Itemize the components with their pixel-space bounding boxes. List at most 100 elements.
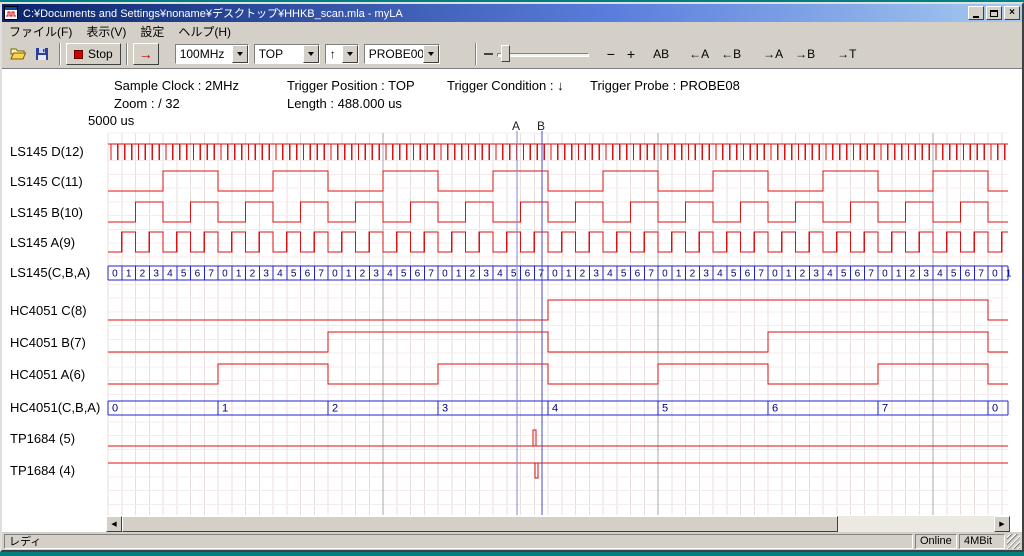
dropdown-button[interactable] bbox=[232, 45, 248, 63]
hscrollbar[interactable]: ◀ ▶ bbox=[106, 516, 1010, 532]
svg-text:6: 6 bbox=[855, 269, 861, 280]
run-button[interactable]: → bbox=[133, 43, 159, 65]
probe-select[interactable]: PROBE00 bbox=[364, 44, 440, 64]
goto-b-left-button[interactable]: ←B bbox=[715, 44, 747, 64]
svg-text:7: 7 bbox=[882, 403, 888, 415]
svg-text:1: 1 bbox=[676, 269, 682, 280]
trigger-edge-select[interactable]: ↑ bbox=[325, 44, 359, 64]
svg-text:7: 7 bbox=[868, 269, 874, 280]
marker-b-label[interactable]: B bbox=[537, 119, 545, 133]
dropdown-button[interactable] bbox=[423, 45, 439, 63]
svg-text:7: 7 bbox=[758, 269, 764, 280]
svg-text:4: 4 bbox=[937, 269, 943, 280]
svg-text:0: 0 bbox=[442, 269, 448, 280]
svg-text:7: 7 bbox=[538, 269, 544, 280]
svg-text:3: 3 bbox=[593, 269, 599, 280]
svg-text:3: 3 bbox=[813, 269, 819, 280]
info-trigger-condition: Trigger Condition : ↓ bbox=[447, 78, 564, 93]
channel-label-tp1684-5: TP1684 (5) bbox=[10, 432, 75, 446]
goto-a-left-button[interactable]: ←A bbox=[683, 44, 715, 64]
svg-text:7: 7 bbox=[208, 269, 214, 280]
svg-text:5: 5 bbox=[511, 269, 517, 280]
svg-text:1: 1 bbox=[456, 269, 462, 280]
save-button[interactable] bbox=[30, 43, 54, 65]
svg-text:5: 5 bbox=[662, 403, 668, 415]
open-button[interactable] bbox=[6, 43, 30, 65]
toolbar: Stop → 100MHz TOP ↑ PROBE00 − + AB bbox=[2, 40, 1022, 69]
svg-text:5: 5 bbox=[951, 269, 957, 280]
svg-text:7: 7 bbox=[648, 269, 654, 280]
svg-text:0: 0 bbox=[332, 269, 338, 280]
svg-text:4: 4 bbox=[167, 269, 173, 280]
scroll-left-button[interactable]: ◀ bbox=[106, 516, 122, 532]
status-online: Online bbox=[915, 534, 957, 549]
minimize-button[interactable] bbox=[968, 6, 984, 20]
trigger-position-value: TOP bbox=[255, 47, 303, 61]
scrollbar-row: ◀ ▶ bbox=[2, 516, 1022, 532]
svg-text:6: 6 bbox=[195, 269, 201, 280]
trigger-position-select[interactable]: TOP bbox=[254, 44, 320, 64]
scroll-thumb[interactable] bbox=[122, 516, 838, 532]
svg-text:5: 5 bbox=[291, 269, 297, 280]
maximize-button[interactable] bbox=[986, 6, 1002, 20]
scroll-track[interactable] bbox=[838, 516, 994, 532]
goto-b-right-button[interactable]: →B bbox=[789, 44, 821, 64]
svg-text:2: 2 bbox=[580, 269, 586, 280]
app-window: C:¥Documents and Settings¥noname¥デスクトップ¥… bbox=[0, 2, 1024, 552]
close-button[interactable]: × bbox=[1004, 6, 1020, 20]
svg-text:4: 4 bbox=[277, 269, 283, 280]
stop-button[interactable]: Stop bbox=[66, 43, 121, 65]
svg-text:2: 2 bbox=[332, 403, 338, 415]
probe-value: PROBE00 bbox=[365, 47, 423, 61]
toolbar-separator bbox=[475, 43, 477, 65]
app-icon[interactable] bbox=[4, 6, 18, 20]
svg-text:4: 4 bbox=[607, 269, 613, 280]
svg-text:2: 2 bbox=[360, 269, 366, 280]
svg-text:5: 5 bbox=[621, 269, 627, 280]
sample-clock-select[interactable]: 100MHz bbox=[175, 44, 249, 64]
channel-label-hc4051-c8: HC4051 C(8) bbox=[10, 304, 87, 318]
stop-icon bbox=[74, 50, 83, 59]
zoom-out-button[interactable]: − bbox=[601, 44, 621, 64]
status-ready: レディ bbox=[4, 534, 913, 549]
titlebar: C:¥Documents and Settings¥noname¥デスクトップ¥… bbox=[2, 4, 1022, 22]
svg-text:6: 6 bbox=[745, 269, 751, 280]
scroll-right-button[interactable]: ▶ bbox=[994, 516, 1010, 532]
marker-a-label[interactable]: A bbox=[512, 119, 520, 133]
goto-a-right-button[interactable]: →A bbox=[757, 44, 789, 64]
svg-text:1: 1 bbox=[896, 269, 902, 280]
chevron-down-icon bbox=[308, 52, 314, 56]
svg-text:0: 0 bbox=[222, 269, 228, 280]
menu-item-file[interactable]: ファイル(F) bbox=[2, 22, 79, 41]
resize-grip[interactable] bbox=[1007, 534, 1020, 549]
zoom-slider-handle[interactable] bbox=[501, 45, 510, 62]
status-online-text: Online bbox=[920, 535, 952, 547]
time-scale-label: 5000 us bbox=[88, 113, 134, 128]
trigger-edge-value: ↑ bbox=[326, 47, 342, 61]
menu-item-view[interactable]: 表示(V) bbox=[79, 22, 133, 41]
zoom-in-button[interactable]: + bbox=[621, 44, 641, 64]
dropdown-button[interactable] bbox=[342, 45, 358, 63]
toolbar-separator bbox=[59, 43, 61, 65]
svg-text:0: 0 bbox=[662, 269, 668, 280]
menubar: ファイル(F) 表示(V) 設定 ヘルプ(H) bbox=[2, 22, 1022, 40]
channel-label-hc4051-bus: HC4051(C,B,A) bbox=[10, 401, 100, 415]
svg-text:3: 3 bbox=[442, 403, 448, 415]
ab-button[interactable]: AB bbox=[647, 44, 675, 64]
svg-text:0: 0 bbox=[112, 403, 118, 415]
dropdown-button[interactable] bbox=[303, 45, 319, 63]
svg-text:0: 0 bbox=[992, 403, 998, 415]
svg-text:7: 7 bbox=[428, 269, 434, 280]
info-trigger-probe: Trigger Probe : PROBE08 bbox=[590, 78, 740, 93]
waveform-view[interactable]: 0123456701234567012345670123456701234567… bbox=[2, 69, 1022, 516]
svg-text:0: 0 bbox=[552, 269, 558, 280]
svg-text:2: 2 bbox=[910, 269, 916, 280]
svg-text:0: 0 bbox=[992, 269, 998, 280]
menu-item-settings[interactable]: 設定 bbox=[133, 22, 171, 41]
waveform-canvas[interactable]: 0123456701234567012345670123456701234567… bbox=[2, 69, 1018, 516]
scroll-left-icon: ◀ bbox=[111, 520, 116, 528]
svg-text:7: 7 bbox=[978, 269, 984, 280]
zoom-slider[interactable] bbox=[497, 44, 589, 64]
goto-trigger-button[interactable]: →T bbox=[831, 44, 862, 64]
menu-item-help[interactable]: ヘルプ(H) bbox=[171, 22, 238, 41]
